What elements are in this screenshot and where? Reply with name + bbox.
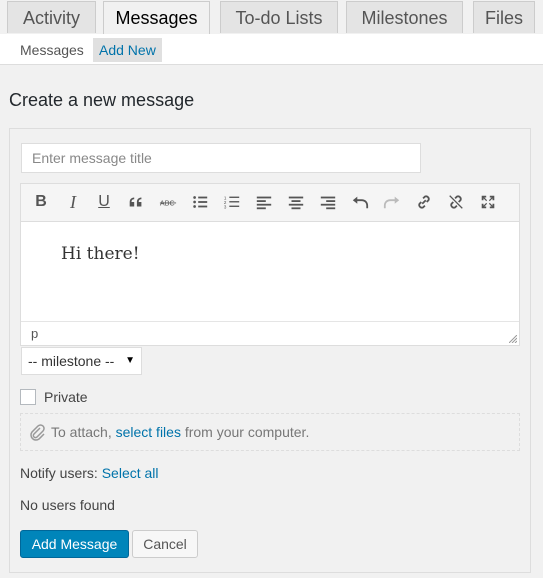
link-icon[interactable] xyxy=(412,190,436,214)
numbered-list-icon[interactable]: 123 xyxy=(220,190,244,214)
undo-icon[interactable] xyxy=(348,190,372,214)
rich-text-editor: B I U ABC 123 Hi there! p xyxy=(20,183,520,346)
underline-icon[interactable]: U xyxy=(92,190,116,214)
attach-text: To attach, select files from your comput… xyxy=(51,424,310,440)
paperclip-icon xyxy=(30,424,45,441)
attach-dropzone[interactable]: To attach, select files from your comput… xyxy=(20,413,520,451)
add-message-button[interactable]: Add Message xyxy=(20,530,129,558)
editor-toolbar: B I U ABC 123 xyxy=(21,184,519,222)
notify-label: Notify users: xyxy=(20,465,98,481)
cancel-button[interactable]: Cancel xyxy=(132,530,198,558)
notify-users: Notify users: Select all xyxy=(20,465,159,481)
editor-statusbar: p xyxy=(21,321,519,345)
redo-icon[interactable] xyxy=(380,190,404,214)
select-all-link[interactable]: Select all xyxy=(102,465,159,481)
strikethrough-icon[interactable]: ABC xyxy=(156,190,180,214)
page-title: Create a new message xyxy=(9,90,195,110)
align-center-icon[interactable] xyxy=(284,190,308,214)
select-files-link[interactable]: select files xyxy=(116,424,181,440)
subnav-add-new[interactable]: Add New xyxy=(93,38,162,62)
tab-milestones[interactable]: Milestones xyxy=(346,1,463,33)
top-tabs: Activity Messages To-do Lists Milestones… xyxy=(0,0,543,35)
align-left-icon[interactable] xyxy=(252,190,276,214)
message-title-input[interactable] xyxy=(21,143,421,173)
resize-handle-icon[interactable] xyxy=(509,335,517,343)
milestone-select[interactable]: -- milestone -- ▼ xyxy=(21,347,142,375)
tab-todo-lists[interactable]: To-do Lists xyxy=(220,1,338,33)
private-label: Private xyxy=(44,389,88,405)
subnav-messages[interactable]: Messages xyxy=(14,38,90,62)
milestone-selected-value: -- milestone -- xyxy=(28,353,115,369)
element-path[interactable]: p xyxy=(31,326,38,341)
unlink-icon[interactable] xyxy=(444,190,468,214)
bold-icon[interactable]: B xyxy=(29,190,53,214)
fullscreen-icon[interactable] xyxy=(476,190,500,214)
italic-icon[interactable]: I xyxy=(61,190,85,214)
tab-files[interactable]: Files xyxy=(473,1,535,33)
tab-messages[interactable]: Messages xyxy=(103,1,210,35)
bullet-list-icon[interactable] xyxy=(188,190,212,214)
private-checkbox[interactable] xyxy=(20,389,36,405)
sub-navigation: Messages Add New xyxy=(0,34,543,65)
chevron-down-icon: ▼ xyxy=(125,355,135,366)
svg-text:3: 3 xyxy=(224,204,227,209)
editor-content[interactable]: Hi there! xyxy=(61,244,140,264)
align-right-icon[interactable] xyxy=(316,190,340,214)
no-users-message: No users found xyxy=(20,497,115,513)
blockquote-icon[interactable] xyxy=(124,190,148,214)
tab-activity[interactable]: Activity xyxy=(7,1,96,33)
